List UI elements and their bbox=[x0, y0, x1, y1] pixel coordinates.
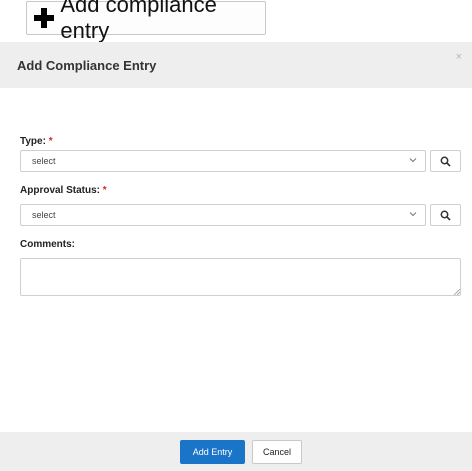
dialog-title: Add Compliance Entry bbox=[17, 58, 157, 73]
search-icon bbox=[440, 156, 451, 167]
resize-handle-icon[interactable] bbox=[453, 288, 460, 295]
approval-status-search-button[interactable] bbox=[430, 204, 461, 226]
add-compliance-entry-label: Add compliance entry bbox=[60, 0, 217, 43]
type-label-text: Type: bbox=[20, 136, 46, 147]
type-search-button[interactable] bbox=[430, 150, 461, 172]
approval-status-label: Approval Status: * bbox=[20, 185, 107, 196]
approval-status-label-text: Approval Status: bbox=[20, 185, 101, 196]
comments-label: Comments: bbox=[20, 239, 76, 250]
plus-icon bbox=[34, 8, 55, 28]
dialog-header: Add Compliance Entry × bbox=[0, 42, 472, 88]
required-marker: * bbox=[48, 136, 53, 147]
approval-status-select-value: select bbox=[32, 210, 56, 220]
required-marker: * bbox=[102, 185, 107, 196]
type-select[interactable]: select bbox=[20, 150, 426, 172]
approval-status-select[interactable]: select bbox=[20, 204, 426, 226]
chevron-down-icon bbox=[409, 158, 417, 163]
add-entry-button[interactable]: Add Entry bbox=[180, 440, 245, 464]
dialog-footer: Add Entry Cancel bbox=[0, 432, 472, 471]
close-icon[interactable]: × bbox=[456, 52, 462, 63]
add-compliance-entry-dialog: Add Compliance Entry × Type: * select Ap… bbox=[0, 42, 472, 471]
add-compliance-entry-button[interactable]: Add compliance entry bbox=[26, 0, 266, 43]
chevron-down-icon bbox=[409, 212, 417, 217]
type-select-value: select bbox=[32, 156, 56, 166]
comments-textarea[interactable] bbox=[20, 258, 461, 296]
search-icon bbox=[440, 210, 451, 221]
cancel-button[interactable]: Cancel bbox=[252, 440, 302, 464]
type-label: Type: * bbox=[20, 136, 53, 147]
